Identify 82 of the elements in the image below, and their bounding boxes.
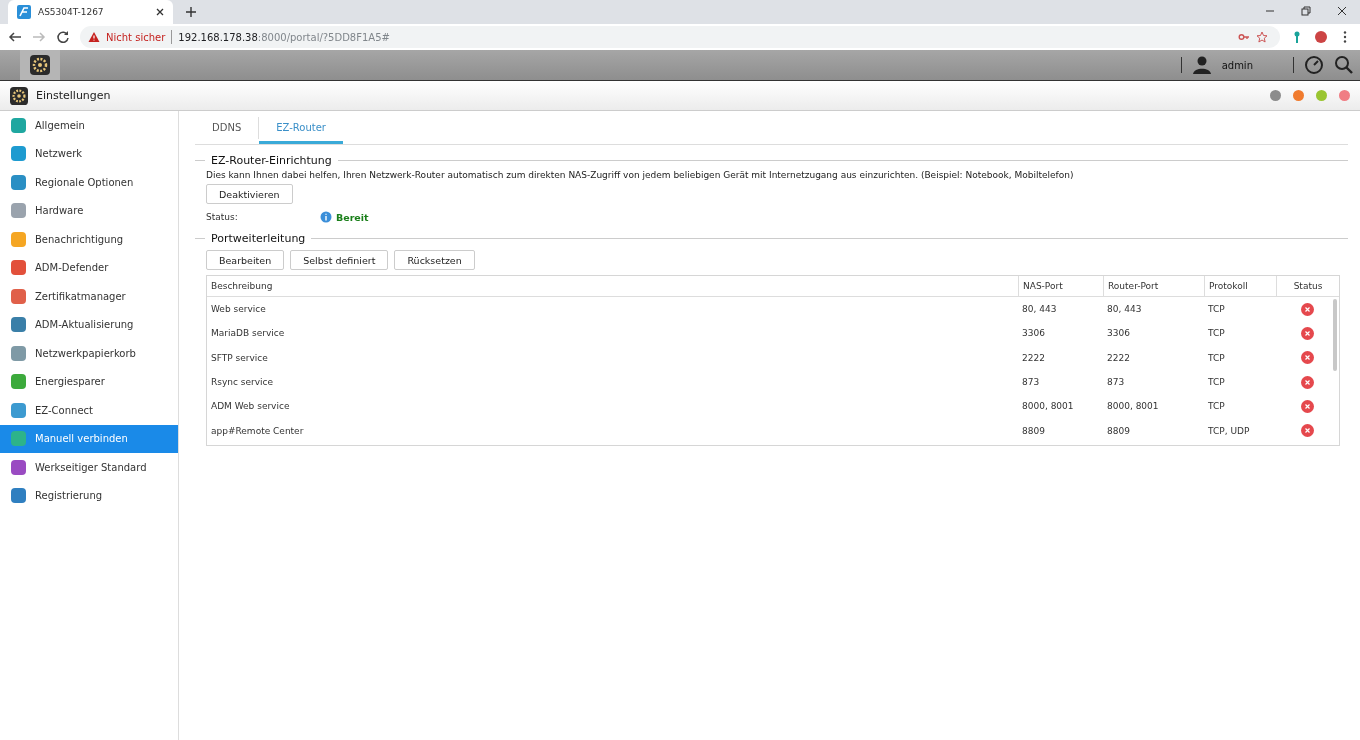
section-heading: EZ-Router-Einrichtung: [211, 154, 332, 167]
description-text: Dies kann Ihnen dabei helfen, Ihren Netzwerk-Router automatisch zum direkten NAS-Zugriff von jedem beliebigen Gerät mit Internetzugang aus einzurichten. (Beispiel: Notebook, Mobiltelefon): [206, 170, 1075, 180]
column-header[interactable]: Beschreibung: [207, 276, 1018, 296]
sidebar-item[interactable]: Registrierung: [0, 481, 178, 510]
table-cell-text: SFTP service: [210, 352, 269, 363]
tab[interactable]: DDNS: [195, 122, 259, 144]
table-cell-text: MariaDB service: [210, 328, 286, 339]
sidebar-item[interactable]: Hardware: [0, 196, 178, 225]
table-cell-text: 3306: [1106, 328, 1131, 339]
app-logo-icon: [16, 4, 32, 20]
star-icon[interactable]: [1256, 31, 1268, 43]
sidebar-item[interactable]: ADM-Aktualisierung: [0, 310, 178, 339]
new-tab-icon[interactable]: [185, 6, 197, 18]
table-cell-text: TCP: [1207, 401, 1226, 412]
table-cell-text: TCP: [1207, 304, 1226, 315]
deactivate-button[interactable]: Deaktivieren: [206, 184, 293, 204]
sidebar-item[interactable]: Werkseitiger Standard: [0, 453, 178, 482]
sidebar-item[interactable]: ADM-Defender: [0, 253, 178, 282]
sidebar-item[interactable]: Manuell verbinden: [0, 424, 178, 453]
restore-icon[interactable]: [1301, 6, 1311, 16]
tab[interactable]: EZ-Router: [259, 122, 343, 144]
toolbar-button[interactable]: Rücksetzen: [394, 250, 475, 270]
column-header[interactable]: Status: [1276, 276, 1339, 296]
table-cell-text: TCP, UDP: [1207, 425, 1251, 436]
window-title: Einstellungen: [36, 89, 111, 102]
toolbar-button[interactable]: Bearbeiten: [206, 250, 285, 270]
security-label: Nicht sicher: [106, 31, 166, 43]
address-bar[interactable]: Nicht sicher 192.168.178.38:8000/portal/?5DD8F1A5#: [80, 26, 1280, 48]
close-icon[interactable]: [1337, 6, 1347, 16]
browser-tab[interactable]: AS5304T-1267: [8, 0, 173, 24]
table-cell-text: TCP: [1207, 328, 1226, 339]
column-header[interactable]: NAS-Port: [1018, 276, 1103, 296]
taskbar-app[interactable]: [20, 50, 60, 80]
table-cell-text: 80, 443: [1106, 304, 1143, 315]
sidebar-item[interactable]: Netzwerkpapierkorb: [0, 339, 178, 368]
settings-icon: [10, 86, 28, 105]
table-cell-text: TCP: [1207, 377, 1226, 388]
table-cell-text: 3306: [1021, 328, 1046, 339]
key-icon[interactable]: [1238, 31, 1250, 43]
settings-icon: [30, 55, 50, 75]
sidebar-item[interactable]: EZ-Connect: [0, 396, 178, 425]
table-cell-text: 8809: [1106, 425, 1131, 436]
dashboard-icon[interactable]: [1304, 55, 1324, 75]
table-cell-text: 80, 443: [1021, 304, 1058, 315]
column-header[interactable]: Router-Port: [1103, 276, 1204, 296]
sidebar-item[interactable]: Benachrichtigung: [0, 225, 178, 254]
sidebar-item[interactable]: Regionale Optionen: [0, 168, 178, 197]
back-icon[interactable]: [8, 30, 22, 44]
sidebar-item[interactable]: Allgemein: [0, 111, 178, 140]
status-label: Status:: [206, 212, 239, 222]
minimize-button[interactable]: [1293, 90, 1304, 101]
url-text: 192.168.178.38:8000/portal/?5DD8F1A5#: [178, 31, 390, 43]
column-header[interactable]: Protokoll: [1204, 276, 1276, 296]
table-cell-text: 873: [1106, 377, 1126, 388]
warning-icon: [88, 31, 100, 43]
window-button[interactable]: [1270, 90, 1281, 101]
table-cell-text: 8000, 8001: [1021, 401, 1075, 412]
close-icon[interactable]: [155, 7, 165, 17]
info-icon: [320, 211, 332, 223]
table-cell-text: 873: [1021, 377, 1041, 388]
username[interactable]: admin: [1221, 59, 1253, 71]
table-cell-text: 8000, 8001: [1106, 401, 1160, 412]
table-cell-text: ADM Web service: [210, 401, 291, 412]
sidebar-item[interactable]: Netzwerk: [0, 139, 178, 168]
profile-icon[interactable]: [1314, 30, 1328, 44]
section-heading: Portweiterleitung: [211, 232, 306, 245]
table-cell-text: 2222: [1021, 352, 1046, 363]
reload-icon[interactable]: [56, 30, 70, 44]
table-cell-text: 2222: [1106, 352, 1131, 363]
toolbar-button[interactable]: Selbst definiert: [290, 250, 389, 270]
user-icon[interactable]: [1191, 55, 1212, 75]
status-value: Bereit: [336, 211, 369, 223]
table-cell-text: 8809: [1021, 425, 1046, 436]
sidebar-item[interactable]: Zertifikatmanager: [0, 282, 178, 311]
scrollbar[interactable]: [1333, 299, 1337, 371]
search-icon[interactable]: [1334, 55, 1354, 75]
table-cell-text: TCP: [1207, 352, 1226, 363]
table-cell-text: Web service: [210, 304, 267, 315]
sidebar-item[interactable]: Energiesparer: [0, 367, 178, 396]
table-cell-text: app#Remote Center: [210, 425, 305, 436]
tab-title: AS5304T-1267: [38, 7, 104, 17]
table-cell-text: Rsync service: [210, 377, 275, 388]
